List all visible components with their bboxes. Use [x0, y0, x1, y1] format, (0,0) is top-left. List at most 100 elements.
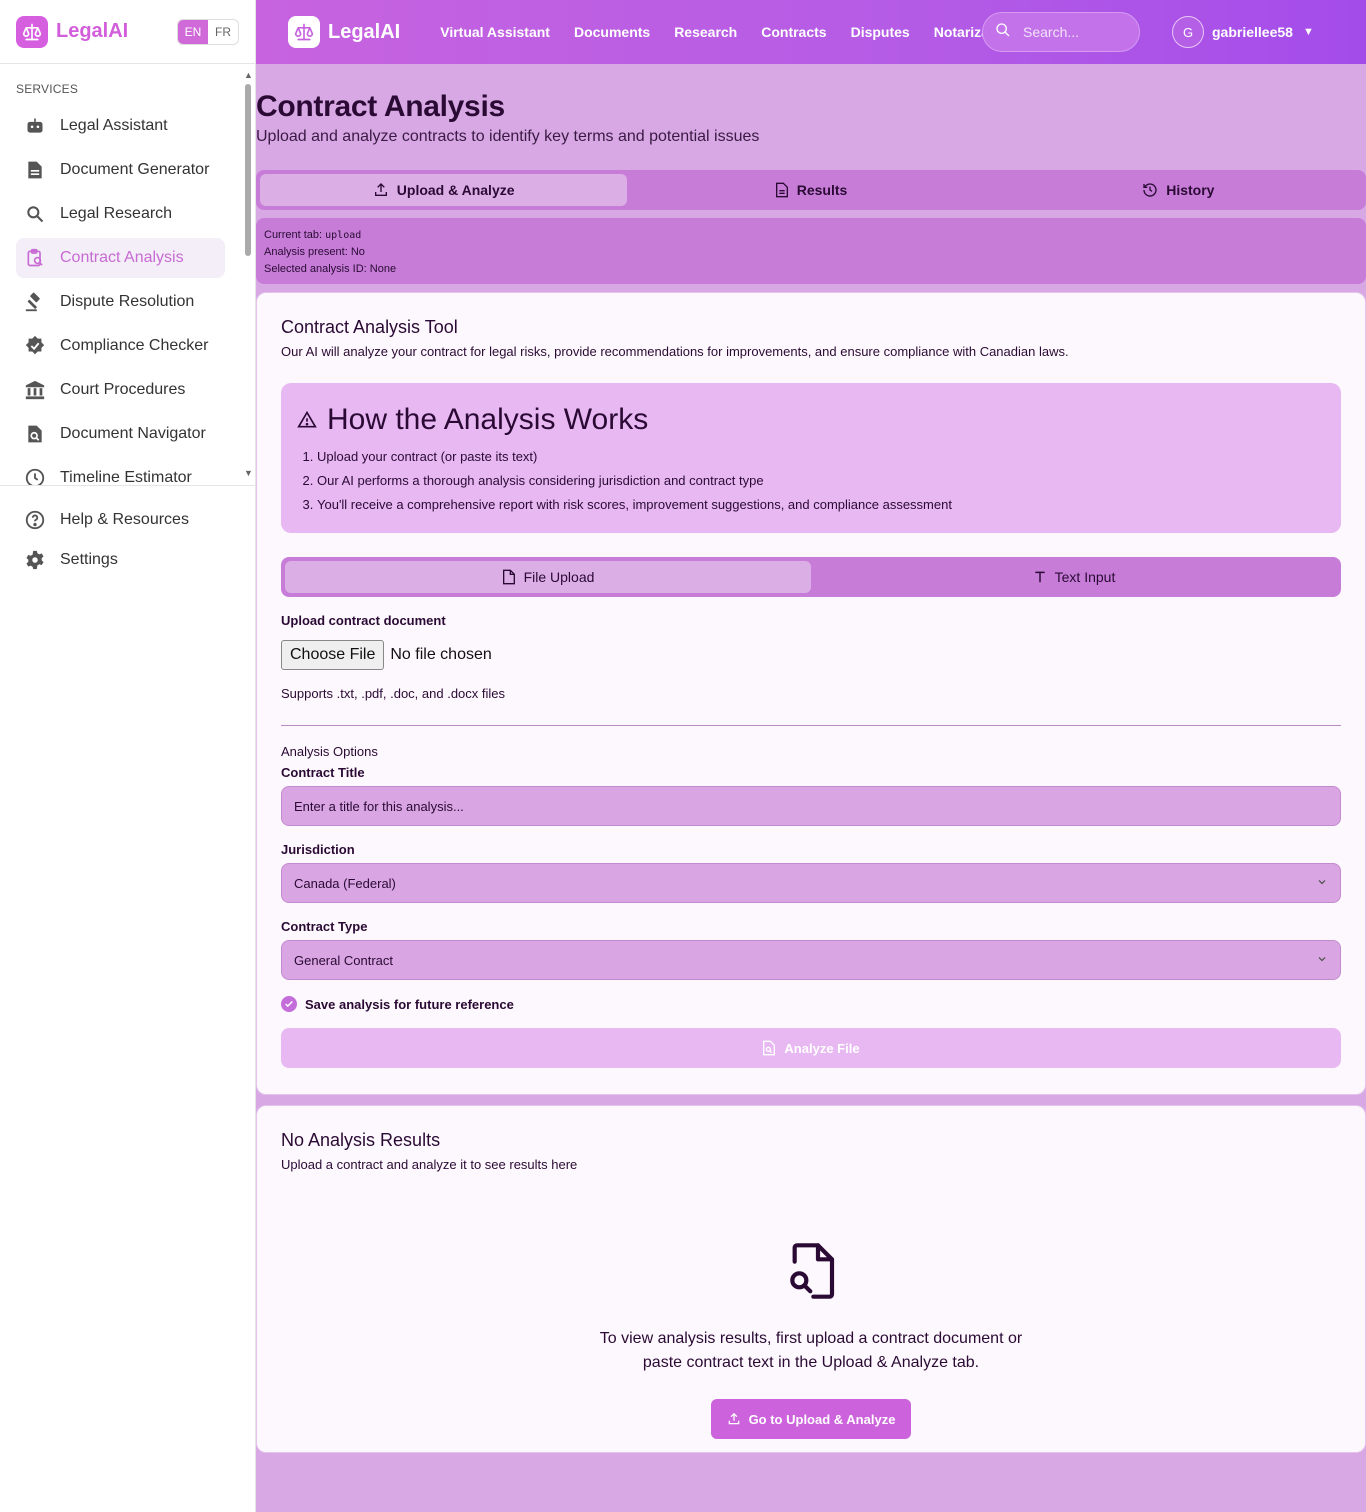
tab-history[interactable]: History	[995, 174, 1362, 206]
search-icon	[24, 203, 46, 225]
top-navbar: LegalAI Virtual Assistant Documents Rese…	[256, 0, 1366, 64]
sidebar-item-label: Timeline Estimator	[60, 469, 192, 486]
nav-virtual-assistant[interactable]: Virtual Assistant	[440, 24, 550, 40]
nav-contracts[interactable]: Contracts	[761, 24, 826, 40]
scroll-down-arrow-icon[interactable]: ▼	[244, 468, 253, 478]
empty-state: To view analysis results, first upload a…	[281, 1240, 1341, 1439]
clock-icon	[24, 467, 46, 485]
contract-type-select[interactable]: General Contract	[281, 940, 1341, 980]
contract-type-value: General Contract	[294, 952, 393, 968]
clipboard-search-icon	[24, 247, 46, 269]
save-analysis-label: Save analysis for future reference	[305, 996, 514, 1012]
how-title: How the Analysis Works	[297, 403, 1325, 437]
sidebar-services-list: SERVICES Legal Assistant Document Genera…	[0, 64, 256, 486]
lang-en-button[interactable]: EN	[178, 19, 208, 44]
topbar-nav: Virtual Assistant Documents Research Con…	[440, 24, 1038, 40]
debug-current-tab: Current tab: upload	[264, 229, 362, 241]
services-label: SERVICES	[16, 82, 79, 96]
sidebar-item-label: Court Procedures	[60, 381, 186, 398]
tab-label: Results	[796, 182, 848, 198]
scales-logo-icon	[16, 15, 48, 48]
go-to-upload-button[interactable]: Go to Upload & Analyze	[710, 1399, 912, 1439]
courthouse-icon	[24, 379, 46, 401]
search-input[interactable]	[1023, 24, 1133, 40]
app-name[interactable]: LegalAI	[56, 20, 128, 43]
sidebar-item-legal-assistant[interactable]: Legal Assistant	[16, 106, 225, 146]
sidebar-item-compliance-checker[interactable]: Compliance Checker	[16, 326, 225, 366]
caret-down-icon: ▼	[1302, 26, 1314, 38]
file-search-icon	[24, 423, 46, 445]
topbar-app-name: LegalAI	[328, 20, 401, 43]
sidebar-item-label: Legal Assistant	[60, 117, 168, 134]
language-toggle: EN FR	[177, 18, 239, 45]
jurisdiction-value: Canada (Federal)	[294, 875, 396, 891]
list-item: You'll receive a comprehensive report wi…	[317, 493, 1325, 517]
tab-upload-analyze[interactable]: Upload & Analyze	[260, 174, 628, 206]
sidebar-item-contract-analysis[interactable]: Contract Analysis	[16, 238, 225, 278]
tab-results[interactable]: Results	[627, 174, 994, 206]
upload-label: Upload contract document	[281, 613, 446, 628]
nav-disputes[interactable]: Disputes	[851, 24, 910, 40]
debug-selected-id: Selected analysis ID: None	[264, 263, 397, 275]
warning-triangle-icon	[297, 410, 317, 430]
how-steps-list: Upload your contract (or paste its text)…	[297, 445, 1325, 517]
card-title: Contract Analysis Tool	[281, 317, 458, 337]
user-menu[interactable]: G gabriellee58 ▼	[1172, 16, 1314, 48]
scrollbar-thumb[interactable]	[245, 84, 251, 256]
debug-analysis-present: Analysis present: No	[264, 246, 365, 258]
divider	[281, 725, 1341, 726]
save-analysis-checkbox-row[interactable]: Save analysis for future reference	[281, 996, 1341, 1012]
topbar-search	[982, 12, 1140, 52]
analyze-button-label: Analyze File	[784, 1040, 860, 1056]
sidebar-item-label: Document Generator	[60, 161, 210, 178]
tab-text-input[interactable]: Text Input	[811, 561, 1337, 593]
sidebar-item-label: Settings	[60, 551, 118, 568]
sidebar-item-label: Dispute Resolution	[60, 293, 195, 310]
list-item: Upload your contract (or paste its text)	[317, 445, 1325, 469]
sidebar-item-settings[interactable]: Settings	[16, 540, 225, 580]
upload-icon	[727, 1412, 741, 1426]
username: gabriellee58	[1212, 24, 1293, 40]
sidebar-item-document-navigator[interactable]: Document Navigator	[16, 414, 225, 454]
tab-file-upload[interactable]: File Upload	[285, 561, 811, 593]
sidebar-item-help[interactable]: Help & Resources	[16, 500, 225, 540]
checkbox-checked[interactable]	[281, 996, 297, 1012]
sidebar-item-label: Legal Research	[60, 205, 173, 222]
choose-file-button[interactable]: Choose File	[281, 640, 385, 670]
file-text-icon	[775, 182, 789, 198]
scroll-up-arrow-icon[interactable]: ▲	[244, 70, 253, 80]
text-type-icon	[1033, 570, 1047, 584]
sidebar-item-timeline-estimator[interactable]: Timeline Estimator	[16, 458, 225, 486]
help-circle-icon	[24, 509, 46, 531]
file-icon	[502, 569, 516, 585]
chevron-down-icon	[1316, 953, 1328, 968]
sidebar-item-document-generator[interactable]: Document Generator	[16, 150, 225, 190]
page-title: Contract Analysis	[256, 90, 505, 123]
jurisdiction-select[interactable]: Canada (Federal)	[281, 863, 1341, 903]
sidebar-item-court-procedures[interactable]: Court Procedures	[16, 370, 225, 410]
contract-title-input[interactable]: Enter a title for this analysis...	[281, 786, 1341, 826]
nav-research[interactable]: Research	[674, 24, 737, 40]
nav-documents[interactable]: Documents	[574, 24, 650, 40]
tab-label: File Upload	[523, 569, 595, 585]
sidebar-item-legal-research[interactable]: Legal Research	[16, 194, 225, 234]
history-icon	[1142, 182, 1158, 198]
contract-title-placeholder: Enter a title for this analysis...	[294, 798, 464, 814]
robot-icon	[24, 115, 46, 137]
sidebar-item-dispute-resolution[interactable]: Dispute Resolution	[16, 282, 225, 322]
tab-label: Text Input	[1054, 569, 1116, 585]
topbar-logo[interactable]: LegalAI	[288, 16, 400, 48]
analyze-file-button[interactable]: Analyze File	[281, 1028, 1341, 1068]
avatar: G	[1172, 16, 1204, 48]
lang-fr-button[interactable]: FR	[208, 19, 238, 44]
sidebar-item-label: Contract Analysis	[60, 249, 184, 266]
list-item: Our AI performs a thorough analysis cons…	[317, 469, 1325, 493]
supported-formats-hint: Supports .txt, .pdf, .doc, and .docx fil…	[281, 686, 506, 701]
sidebar-scrollbar[interactable]: ▲ ▼	[244, 70, 253, 478]
debug-panel: Current tab: upload Analysis present: No…	[256, 218, 1366, 284]
analysis-options-label: Analysis Options	[281, 744, 378, 759]
analysis-results-card: No Analysis Results Upload a contract an…	[256, 1105, 1366, 1453]
tab-label: History	[1166, 182, 1215, 198]
results-description: Upload a contract and analyze it to see …	[281, 1157, 578, 1172]
no-file-text: No file chosen	[390, 646, 492, 663]
